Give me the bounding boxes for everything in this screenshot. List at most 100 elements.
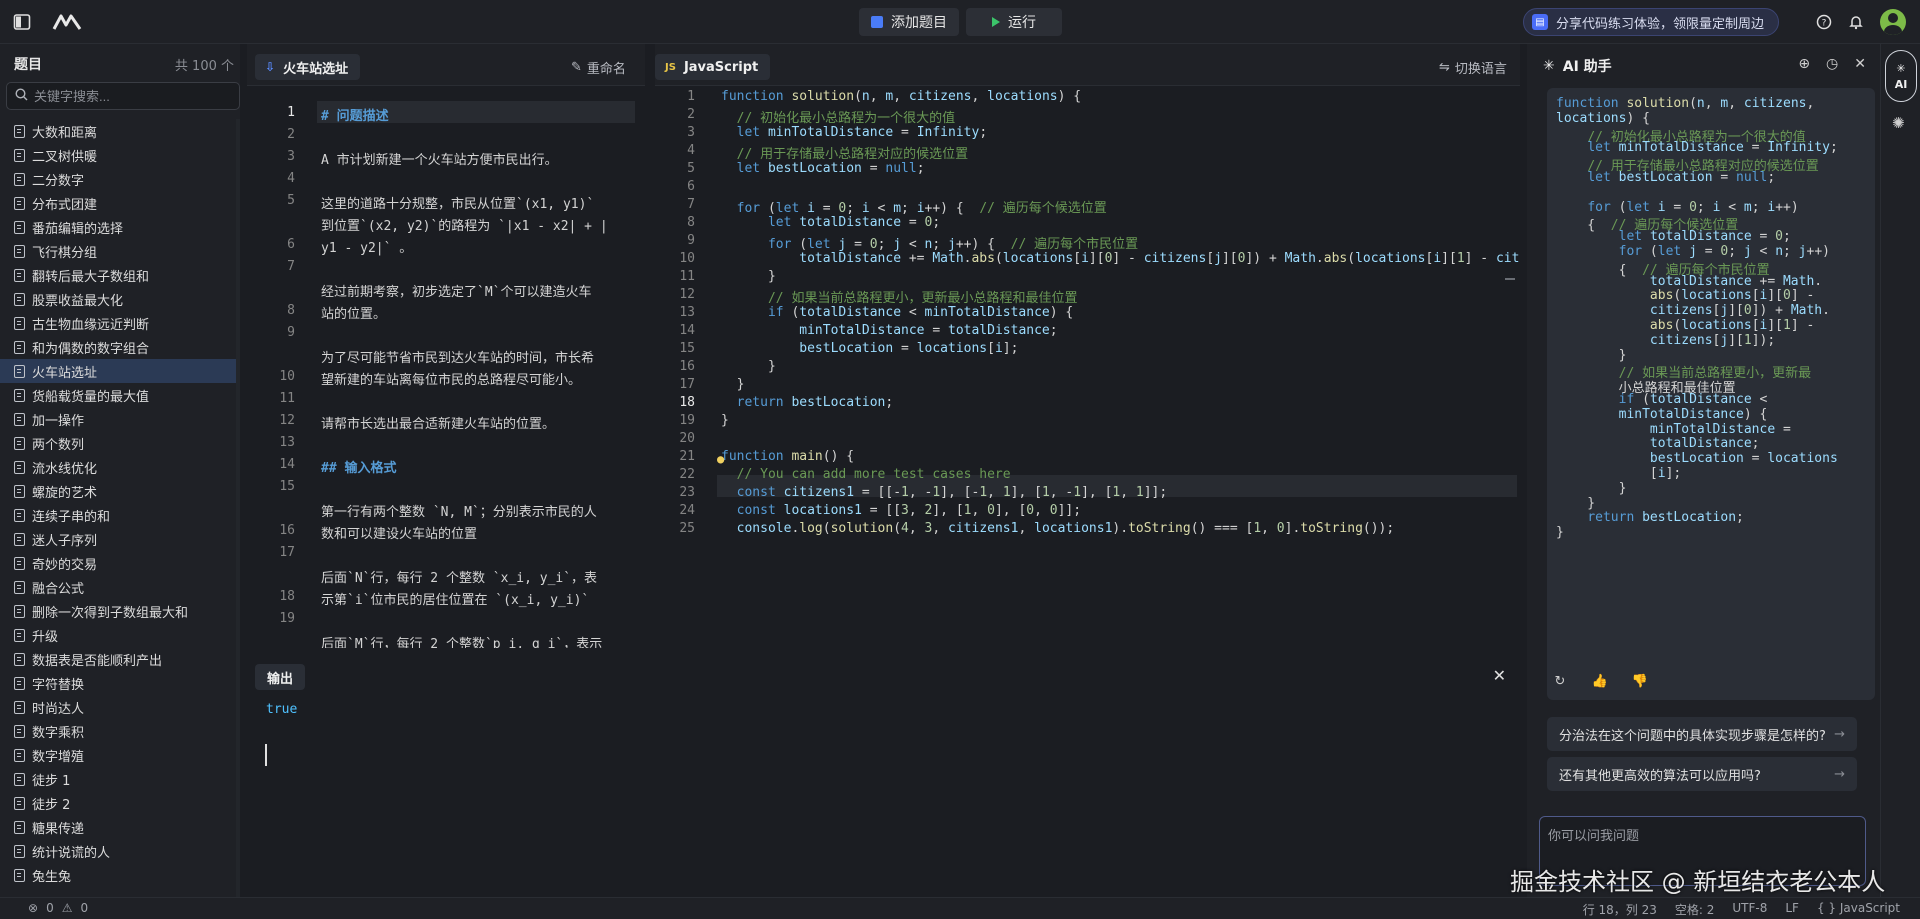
suggested-question-2[interactable]: 还有其他更高效的算法可以应用吗? → bbox=[1547, 757, 1857, 791]
sidebar-item[interactable]: 二叉树供暖 bbox=[0, 143, 236, 167]
problem-tab-label: 火车站选址 bbox=[283, 61, 349, 77]
line-number: 17 bbox=[679, 377, 695, 392]
ai-code-block[interactable]: function solution(n, m, citizens, locatio… bbox=[1547, 88, 1875, 700]
sidebar-item[interactable]: 奇妙的交易 bbox=[0, 551, 236, 575]
sidebar-item[interactable]: 数据表是否能顺利产出 bbox=[0, 647, 236, 671]
sidebar-item[interactable]: 数字增殖 bbox=[0, 743, 236, 767]
line-number: 24 bbox=[679, 503, 695, 518]
code-line: let minTotalDistance = Infinity; bbox=[1587, 140, 1838, 156]
cursor-position[interactable]: 行 18，列 23 bbox=[1583, 901, 1657, 918]
close-icon[interactable]: ✕ bbox=[1493, 666, 1506, 685]
search-input[interactable] bbox=[34, 88, 224, 104]
sidebar-item[interactable]: 迷人子序列 bbox=[0, 527, 236, 551]
sidebar-item-label: 时尚达人 bbox=[32, 701, 85, 717]
sidebar-item[interactable]: 和为偶数的数字组合 bbox=[0, 335, 236, 359]
problems-indicator[interactable]: ⊗ 0 ⚠ 0 bbox=[28, 901, 88, 915]
switch-language-button[interactable]: ⇋ 切换语言 bbox=[1439, 58, 1507, 77]
language-mode[interactable]: { } JavaScript bbox=[1817, 901, 1900, 918]
sidebar-item[interactable]: 分布式团建 bbox=[0, 191, 236, 215]
suggested-question-label: 还有其他更高效的算法可以应用吗? bbox=[1559, 768, 1761, 784]
document-icon bbox=[14, 508, 25, 522]
sidebar-item[interactable]: 徒步 2 bbox=[0, 791, 236, 815]
refresh-icon[interactable]: ↻ bbox=[1547, 670, 1573, 692]
sidebar-item-label: 删除一次得到子数组最大和 bbox=[32, 605, 189, 621]
sidebar-item-label: 翻转后最大子数组和 bbox=[32, 269, 150, 285]
thumbs-down-icon[interactable]: 👎 bbox=[1627, 670, 1653, 692]
sidebar-item[interactable]: 翻转后最大子数组和 bbox=[0, 263, 236, 287]
search-box[interactable] bbox=[6, 82, 240, 110]
sidebar-item[interactable]: 兔生兔 bbox=[0, 863, 236, 887]
indentation[interactable]: 空格: 2 bbox=[1675, 901, 1715, 918]
sidebar-item-label: 飞行棋分组 bbox=[32, 245, 98, 261]
sidebar-item[interactable]: 番茄编辑的选择 bbox=[0, 215, 236, 239]
sidebar-item[interactable]: 火车站选址 bbox=[0, 359, 236, 383]
markdown-paragraph: 为了尽可能节省市民到达火车站的时间，市长希 bbox=[321, 351, 595, 366]
sidebar-item[interactable]: 大数和距离 bbox=[0, 119, 236, 143]
bug-icon[interactable]: ✺ bbox=[1892, 114, 1905, 132]
ai-toggle-button[interactable]: ✳ AI bbox=[1885, 50, 1917, 102]
suggested-question-1[interactable]: 分治法在这个问题中的具体实现步骤是怎样的? → bbox=[1547, 717, 1857, 751]
sidebar-item[interactable]: 删除一次得到子数组最大和 bbox=[0, 599, 236, 623]
sidebar-item[interactable]: 数字乘积 bbox=[0, 719, 236, 743]
sidebar-item[interactable]: 升级 bbox=[0, 623, 236, 647]
tab-output[interactable]: 输出 bbox=[255, 664, 306, 690]
promo-banner[interactable]: ▤ 分享代码练习体验，领限量定制周边 bbox=[1523, 8, 1779, 36]
sidebar-item[interactable]: 股票收益最大化 bbox=[0, 287, 236, 311]
document-icon bbox=[14, 676, 25, 690]
code-line: function solution(n, m, citizens, bbox=[1556, 96, 1815, 111]
code-line: function solution(n, m, citizens, locati… bbox=[721, 89, 1082, 104]
sidebar-item[interactable]: 二分数字 bbox=[0, 167, 236, 191]
sidebar-item[interactable]: 加一操作 bbox=[0, 407, 236, 431]
user-avatar[interactable] bbox=[1880, 9, 1906, 35]
code-line: if (totalDistance < minTotalDistance) { bbox=[767, 305, 1074, 320]
document-icon bbox=[14, 844, 25, 858]
sidebar-item-label: 数字乘积 bbox=[32, 725, 85, 741]
sidebar-item[interactable]: 螺旋的艺术 bbox=[0, 479, 236, 503]
history-icon[interactable]: ◷ bbox=[1826, 56, 1838, 72]
markdown-paragraph: 后面`N`行，每行 2 个整数 `x_i, y_i`，表 bbox=[321, 571, 598, 586]
rename-button[interactable]: ✎ 重命名 bbox=[571, 58, 626, 77]
sidebar-toggle-icon[interactable] bbox=[10, 10, 34, 34]
sidebar-scrollbar[interactable] bbox=[236, 119, 240, 899]
code-editor[interactable]: 1 2 3 4 5 6 7 8 9 10 11 12 13 14 15 16 17 18 19 20 21 22 23 24 2… bbox=[655, 86, 1520, 648]
code-line: for (let j = 0; j < n; j++) { // 遍历每个市民位… bbox=[767, 237, 1139, 252]
sidebar-item[interactable]: 流水线优化 bbox=[0, 455, 236, 479]
js-file-icon: JS bbox=[665, 61, 676, 73]
encoding[interactable]: UTF-8 bbox=[1732, 901, 1767, 918]
bell-icon[interactable] bbox=[1844, 10, 1868, 34]
sidebar-item[interactable]: 古生物血缘远近判断 bbox=[0, 311, 236, 335]
line-number: 7 bbox=[687, 197, 695, 212]
document-icon bbox=[14, 628, 25, 642]
sparkle-icon: ✳ bbox=[1896, 61, 1906, 75]
fold-indicator[interactable] bbox=[1505, 278, 1515, 280]
line-number: 23 bbox=[679, 485, 695, 500]
problem-description[interactable]: 1 2 3 4 5 6 7 8 9 10 11 12 13 14 15 16 17 18 19 # 问题描述 A 市计… bbox=[247, 86, 645, 648]
tab-javascript[interactable]: JS JavaScript bbox=[655, 54, 771, 80]
document-icon bbox=[14, 292, 25, 306]
run-button[interactable]: 运行 bbox=[966, 8, 1062, 36]
new-chat-icon[interactable]: ⊕ bbox=[1798, 56, 1810, 72]
editor-tab-label: JavaScript bbox=[683, 59, 759, 75]
tab-problem[interactable]: ⇩ 火车站选址 bbox=[255, 54, 361, 80]
sidebar-item[interactable]: 货船载货量的最大值 bbox=[0, 383, 236, 407]
sidebar-item[interactable]: 融合公式 bbox=[0, 575, 236, 599]
sidebar-item[interactable]: 统计说谎的人 bbox=[0, 839, 236, 863]
sidebar-item[interactable]: 字符替换 bbox=[0, 671, 236, 695]
sidebar-item[interactable]: 糖果传递 bbox=[0, 815, 236, 839]
sidebar-item-label: 兔生兔 bbox=[32, 869, 72, 885]
warning-count: 0 bbox=[80, 901, 89, 915]
line-number: 22 bbox=[679, 467, 695, 482]
warning-icon: ⚠ bbox=[61, 901, 73, 915]
sidebar-item[interactable]: 徒步 1 bbox=[0, 767, 236, 791]
code-line: } bbox=[721, 269, 776, 284]
lightbulb-icon[interactable]: ● bbox=[717, 452, 724, 466]
sidebar-item[interactable]: 时尚达人 bbox=[0, 695, 236, 719]
thumbs-up-icon[interactable]: 👍 bbox=[1587, 670, 1613, 692]
close-icon[interactable]: ✕ bbox=[1854, 56, 1866, 72]
sidebar-item[interactable]: 连续子串的和 bbox=[0, 503, 236, 527]
add-problem-button[interactable]: 添加题目 bbox=[859, 8, 959, 36]
line-ending[interactable]: LF bbox=[1785, 901, 1799, 918]
sidebar-item[interactable]: 飞行棋分组 bbox=[0, 239, 236, 263]
sidebar-item[interactable]: 两个数列 bbox=[0, 431, 236, 455]
help-icon[interactable]: ? bbox=[1812, 10, 1836, 34]
